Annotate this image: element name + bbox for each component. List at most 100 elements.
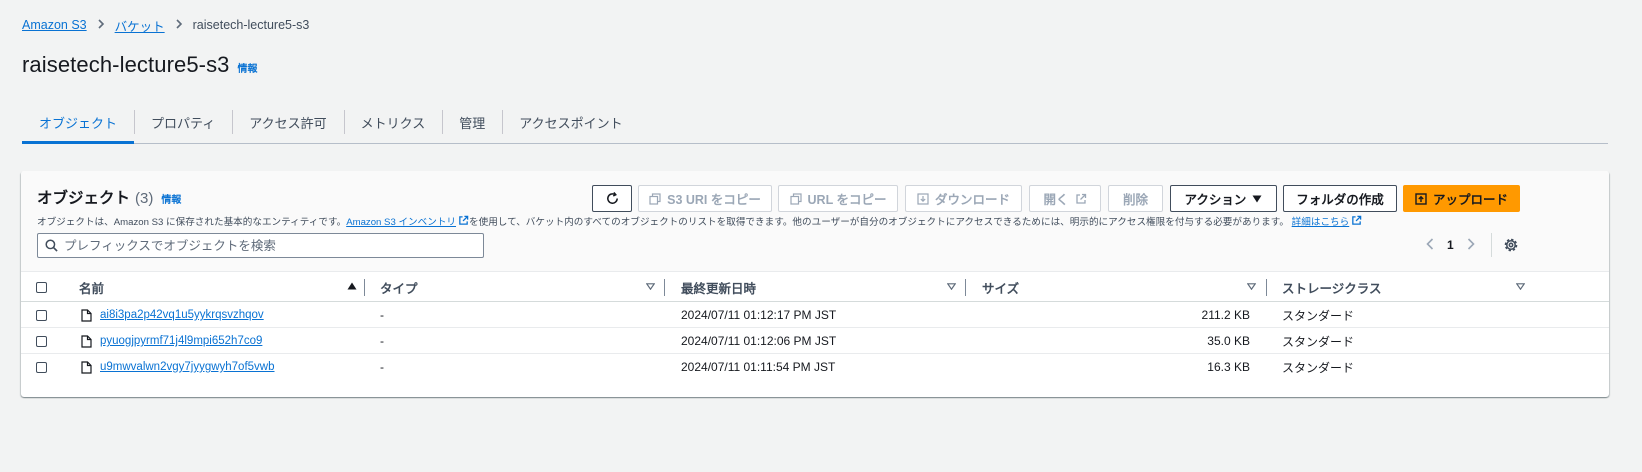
refresh-button[interactable]: [592, 185, 632, 212]
next-page-icon[interactable]: [1464, 237, 1478, 253]
objects-description: オブジェクトは、Amazon S3 に保存された基本的なエンティティです。Ama…: [37, 214, 1362, 228]
column-type-label: タイプ: [380, 281, 418, 296]
breadcrumb-current: raisetech-lecture5-s3: [192, 18, 310, 32]
tab-properties[interactable]: プロパティ: [134, 104, 232, 140]
search-icon: [45, 239, 58, 252]
open-label: 開く: [1043, 193, 1069, 207]
last-modified-cell: 2024/07/11 01:12:17 PM JST: [681, 308, 837, 322]
name-cell: pyuogjpyrmf71j4l9mpi652h7co9: [81, 328, 262, 354]
page-title: raisetech-lecture5-s3: [22, 52, 230, 77]
column-name-label: 名前: [79, 281, 105, 296]
refresh-icon: [606, 191, 618, 204]
inventory-link[interactable]: Amazon S3 インベントリ: [346, 215, 469, 228]
description-text-1: オブジェクトは、Amazon S3 に保存された基本的なエンティティです。: [37, 217, 347, 228]
panel-title: オブジェクト (3) 情報: [37, 186, 181, 208]
external-link-icon: [1352, 215, 1362, 225]
sort-caret-down-icon: [1246, 282, 1257, 292]
storage-class-cell: スタンダード: [1282, 334, 1355, 349]
create-folder-button[interactable]: フォルダの作成: [1283, 185, 1397, 212]
column-header-storage-class[interactable]: ストレージクラス: [1282, 272, 1526, 302]
file-icon: [81, 308, 92, 322]
download-button[interactable]: ダウンロード: [905, 185, 1022, 212]
column-last-modified-label: 最終更新日時: [681, 281, 757, 296]
download-label: ダウンロード: [934, 193, 1010, 207]
file-icon: [81, 360, 92, 374]
upload-icon: [1415, 192, 1427, 205]
row-select-cell: [36, 354, 47, 380]
tab-metrics[interactable]: メトリクス: [343, 104, 443, 140]
page-number[interactable]: 1: [1447, 238, 1454, 252]
select-all-cell: [36, 272, 47, 302]
create-folder-label: フォルダの作成: [1296, 193, 1384, 207]
storage-class-cell: スタンダード: [1282, 360, 1355, 375]
name-cell: u9mwvalwn2vgy7jyygwyh7of5vwb: [81, 354, 275, 380]
actions-label: アクション: [1184, 193, 1247, 207]
breadcrumb-item-amazon-s3[interactable]: Amazon S3: [22, 18, 87, 32]
upload-button[interactable]: アップロード: [1403, 185, 1520, 212]
column-divider: [664, 279, 665, 296]
row-checkbox[interactable]: [36, 361, 47, 373]
objects-heading: オブジェクト: [37, 190, 131, 207]
table-row[interactable]: ai8i3pa2p42vq1u5yykrqsvzhqov - 2024/07/1…: [21, 302, 1609, 328]
learn-more-link[interactable]: 詳細はこちら: [1291, 215, 1363, 228]
breadcrumb: Amazon S3 バケット raisetech-lecture5-s3: [22, 16, 309, 34]
column-header-size[interactable]: サイズ: [982, 272, 1257, 302]
table-row[interactable]: u9mwvalwn2vgy7jyygwyh7of5vwb - 2024/07/1…: [21, 354, 1609, 380]
external-link-icon: [1075, 193, 1086, 204]
sort-caret-down-icon: [1515, 282, 1526, 292]
size-cell: 211.2 KB: [1201, 308, 1250, 322]
gear-icon[interactable]: [1502, 236, 1520, 254]
object-name-link[interactable]: pyuogjpyrmf71j4l9mpi652h7co9: [100, 335, 262, 347]
row-checkbox[interactable]: [36, 335, 47, 347]
copy-icon: [649, 192, 661, 205]
copy-s3-uri-button[interactable]: S3 URI をコピー: [638, 185, 772, 212]
last-modified-cell: 2024/07/11 01:12:06 PM JST: [681, 334, 837, 348]
tab-management[interactable]: 管理: [442, 104, 502, 140]
page-header: raisetech-lecture5-s3 情報: [22, 52, 258, 78]
row-checkbox[interactable]: [36, 309, 47, 321]
previous-page-icon[interactable]: [1423, 237, 1437, 253]
pager-divider: [1491, 233, 1492, 257]
description-text-2: を使用して、バケット内のすべてのオブジェクトのリストを取得できます。他のユーザー…: [469, 217, 1289, 228]
row-select-cell: [36, 302, 47, 328]
page-info-link[interactable]: 情報: [238, 60, 258, 75]
column-divider: [364, 279, 365, 296]
size-cell: 16.3 KB: [1207, 360, 1250, 374]
column-divider: [965, 279, 966, 296]
caret-down-icon: [1252, 195, 1262, 202]
chevron-right-icon: [175, 18, 183, 32]
tab-permissions[interactable]: アクセス許可: [232, 104, 343, 140]
object-search: [37, 233, 484, 258]
object-name-link[interactable]: u9mwvalwn2vgy7jyygwyh7of5vwb: [100, 361, 275, 373]
object-name-link[interactable]: ai8i3pa2p42vq1u5yykrqsvzhqov: [100, 309, 264, 321]
download-icon: [917, 192, 929, 205]
tab-access-points[interactable]: アクセスポイント: [502, 104, 639, 140]
objects-table: 名前 タイプ 最終更新日時 サイズ ストレージクラス ai8i3pa2p42vq…: [21, 271, 1609, 380]
delete-button[interactable]: 削除: [1108, 185, 1163, 212]
column-header-type[interactable]: タイプ: [380, 272, 656, 302]
tab-objects[interactable]: オブジェクト: [22, 104, 135, 144]
select-all-checkbox[interactable]: [36, 281, 47, 293]
copy-icon: [789, 192, 802, 205]
copy-url-button[interactable]: URL をコピー: [778, 185, 898, 212]
open-button[interactable]: 開く: [1029, 185, 1101, 212]
size-cell: 35.0 KB: [1207, 334, 1250, 348]
column-size-label: サイズ: [982, 281, 1020, 296]
last-modified-cell: 2024/07/11 01:11:54 PM JST: [681, 360, 836, 374]
breadcrumb-item-buckets[interactable]: バケット: [115, 16, 165, 35]
objects-info-link[interactable]: 情報: [161, 191, 181, 206]
learn-more-label: 詳細はこちら: [1291, 217, 1350, 228]
name-cell: ai8i3pa2p42vq1u5yykrqsvzhqov: [81, 302, 264, 328]
pagination: 1: [1423, 233, 1478, 257]
row-select-cell: [36, 328, 47, 354]
storage-class-cell: スタンダード: [1282, 308, 1355, 323]
column-divider: [1266, 279, 1267, 296]
column-header-name[interactable]: 名前: [79, 272, 357, 302]
search-input[interactable]: [64, 238, 464, 253]
actions-dropdown[interactable]: アクション: [1170, 185, 1277, 212]
column-header-last-modified[interactable]: 最終更新日時: [681, 272, 957, 302]
file-icon: [81, 334, 92, 348]
table-row[interactable]: pyuogjpyrmf71j4l9mpi652h7co9 - 2024/07/1…: [21, 328, 1609, 354]
table-header: 名前 タイプ 最終更新日時 サイズ ストレージクラス: [21, 271, 1609, 302]
sort-ascending-icon: [347, 282, 357, 292]
